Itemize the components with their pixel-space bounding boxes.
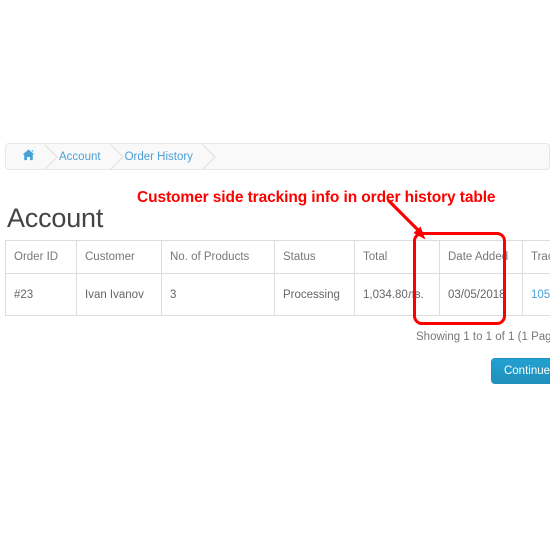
order-history-table: Order ID Customer No. of Products Status… <box>5 240 550 316</box>
page-title: Account <box>7 203 104 233</box>
cell-date-added: 03/05/2018 <box>439 273 523 316</box>
column-header-status: Status <box>274 240 355 274</box>
cell-customer: Ivan Ivanov <box>76 273 162 316</box>
column-header-tracking-code: Tracking code <box>522 240 550 274</box>
pagination-summary: Showing 1 to 1 of 1 (1 Pages <box>416 331 550 343</box>
cell-order-id: #23 <box>5 273 77 316</box>
table-row: #23 Ivan Ivanov 3 Processing 1,034.80лв.… <box>5 273 550 316</box>
column-header-date-added: Date Added <box>439 240 523 274</box>
column-header-total: Total <box>354 240 440 274</box>
annotation-label: Customer side tracking info in order his… <box>137 189 496 206</box>
column-header-order-id: Order ID <box>5 240 77 274</box>
breadcrumb-item-order-history-label: Order History <box>124 150 193 163</box>
column-header-no-of-products: No. of Products <box>161 240 275 274</box>
breadcrumb-item-order-history[interactable]: Order History <box>111 144 203 169</box>
continue-button[interactable]: Continue <box>491 358 550 384</box>
breadcrumb: Account Order History <box>5 143 550 170</box>
home-icon <box>22 149 35 164</box>
cell-status: Processing <box>274 273 355 316</box>
breadcrumb-item-account-label: Account <box>59 150 101 163</box>
tracking-code-link[interactable]: 1051800136214 <box>531 289 550 301</box>
cell-tracking-code: 1051800136214 <box>522 273 550 316</box>
table-header-row: Order ID Customer No. of Products Status… <box>5 240 550 274</box>
cell-total: 1,034.80лв. <box>354 273 440 316</box>
column-header-customer: Customer <box>76 240 162 274</box>
cell-no-of-products: 3 <box>161 273 275 316</box>
table-body: #23 Ivan Ivanov 3 Processing 1,034.80лв.… <box>5 273 550 316</box>
table-header: Order ID Customer No. of Products Status… <box>5 240 550 274</box>
breadcrumb-item-home[interactable] <box>6 144 45 169</box>
